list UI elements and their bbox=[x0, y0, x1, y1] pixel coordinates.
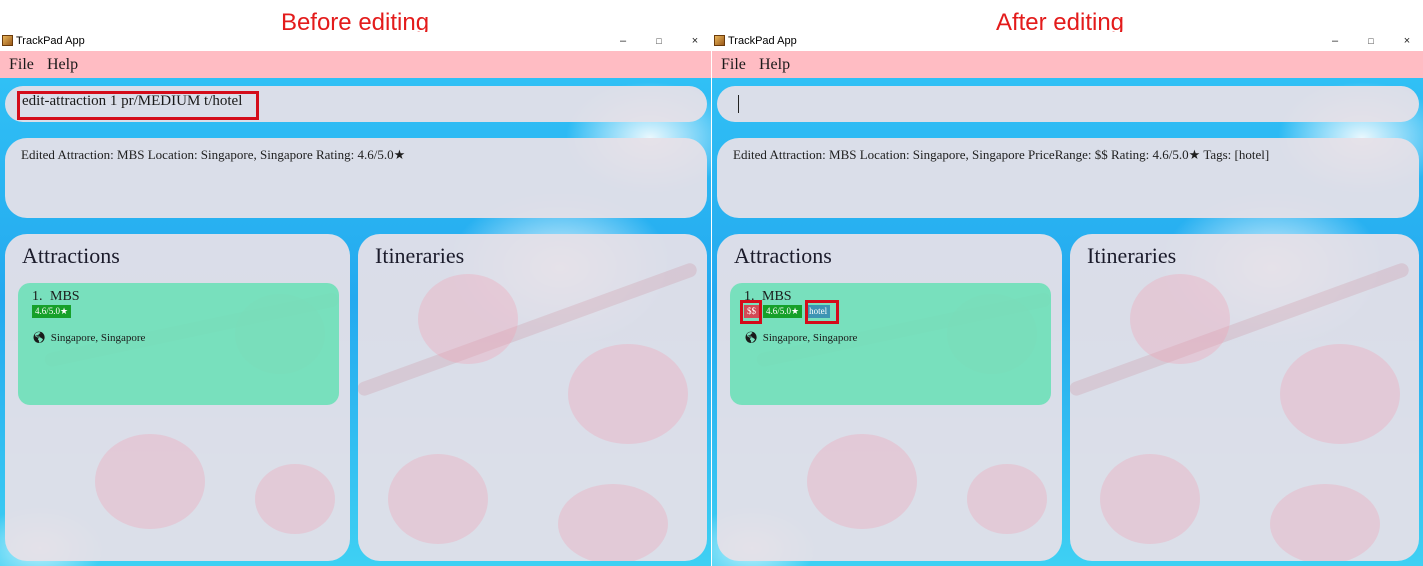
itineraries-title: Itineraries bbox=[375, 243, 465, 268]
maximize-button[interactable]: □ bbox=[649, 33, 669, 49]
menu-help[interactable]: Help bbox=[47, 56, 78, 74]
attractions-title: Attractions bbox=[734, 243, 832, 268]
app-title: TrackPad App bbox=[728, 35, 797, 47]
result-display: Edited Attraction: MBS Location: Singapo… bbox=[717, 138, 1419, 218]
app-icon bbox=[2, 35, 13, 46]
main-content: edit-attraction 1 pr/MEDIUM t/hotel Edit… bbox=[0, 78, 711, 566]
title-bar: TrackPad App – □ × bbox=[0, 32, 711, 51]
app-icon bbox=[714, 35, 725, 46]
menu-help[interactable]: Help bbox=[759, 56, 790, 74]
location-text: Singapore, Singapore bbox=[762, 332, 858, 344]
attraction-location: 🌎︎ Singapore, Singapore bbox=[32, 331, 145, 344]
attraction-location: 🌎︎ Singapore, Singapore bbox=[744, 331, 857, 344]
highlight-command-box bbox=[17, 91, 259, 120]
minimize-button[interactable]: – bbox=[613, 33, 633, 49]
rating-badge: 4.6/5.0★ bbox=[32, 305, 72, 318]
attractions-panel: Attractions 1. MBS $$ 4.6/5.0★ hotel 🌎︎ … bbox=[717, 234, 1062, 561]
attraction-name: 1. MBS bbox=[32, 289, 80, 305]
itineraries-panel: Itineraries bbox=[358, 234, 707, 561]
itineraries-title: Itineraries bbox=[1087, 243, 1177, 268]
menu-bar: File Help bbox=[0, 51, 711, 78]
result-message: Edited Attraction: MBS Location: Singapo… bbox=[21, 147, 406, 162]
attractions-panel: Attractions 1. MBS 4.6/5.0★ 🌎︎ Singapore… bbox=[5, 234, 350, 561]
attraction-name-text: MBS bbox=[50, 289, 80, 304]
trackpad-window-after: TrackPad App – □ × File Help Edited Attr… bbox=[712, 32, 1423, 566]
title-bar: TrackPad App – □ × bbox=[712, 32, 1423, 51]
highlight-hotel-tag bbox=[805, 300, 839, 324]
menu-file[interactable]: File bbox=[721, 56, 746, 74]
app-title: TrackPad App bbox=[16, 35, 85, 47]
close-button[interactable]: × bbox=[685, 33, 705, 49]
globe-icon: 🌎︎ bbox=[32, 332, 46, 344]
result-message: Edited Attraction: MBS Location: Singapo… bbox=[733, 147, 1270, 162]
minimize-button[interactable]: – bbox=[1325, 33, 1345, 49]
attractions-title: Attractions bbox=[22, 243, 120, 268]
highlight-price-badge bbox=[740, 300, 762, 324]
attraction-name-text: MBS bbox=[762, 289, 792, 304]
close-button[interactable]: × bbox=[1397, 33, 1417, 49]
maximize-button[interactable]: □ bbox=[1361, 33, 1381, 49]
rating-badge: 4.6/5.0★ bbox=[763, 305, 803, 318]
attraction-card[interactable]: 1. MBS $$ 4.6/5.0★ hotel 🌎︎ Singapore, S… bbox=[730, 283, 1051, 405]
command-box[interactable] bbox=[717, 86, 1419, 122]
result-display: Edited Attraction: MBS Location: Singapo… bbox=[5, 138, 707, 218]
location-text: Singapore, Singapore bbox=[50, 332, 146, 344]
attraction-card[interactable]: 1. MBS 4.6/5.0★ 🌎︎ Singapore, Singapore bbox=[18, 283, 339, 405]
text-caret bbox=[738, 95, 739, 113]
menu-bar: File Help bbox=[712, 51, 1423, 78]
attraction-tags: 4.6/5.0★ bbox=[32, 305, 72, 318]
menu-file[interactable]: File bbox=[9, 56, 34, 74]
attraction-index: 1. bbox=[32, 289, 43, 304]
itineraries-panel: Itineraries bbox=[1070, 234, 1419, 561]
globe-icon: 🌎︎ bbox=[744, 332, 758, 344]
